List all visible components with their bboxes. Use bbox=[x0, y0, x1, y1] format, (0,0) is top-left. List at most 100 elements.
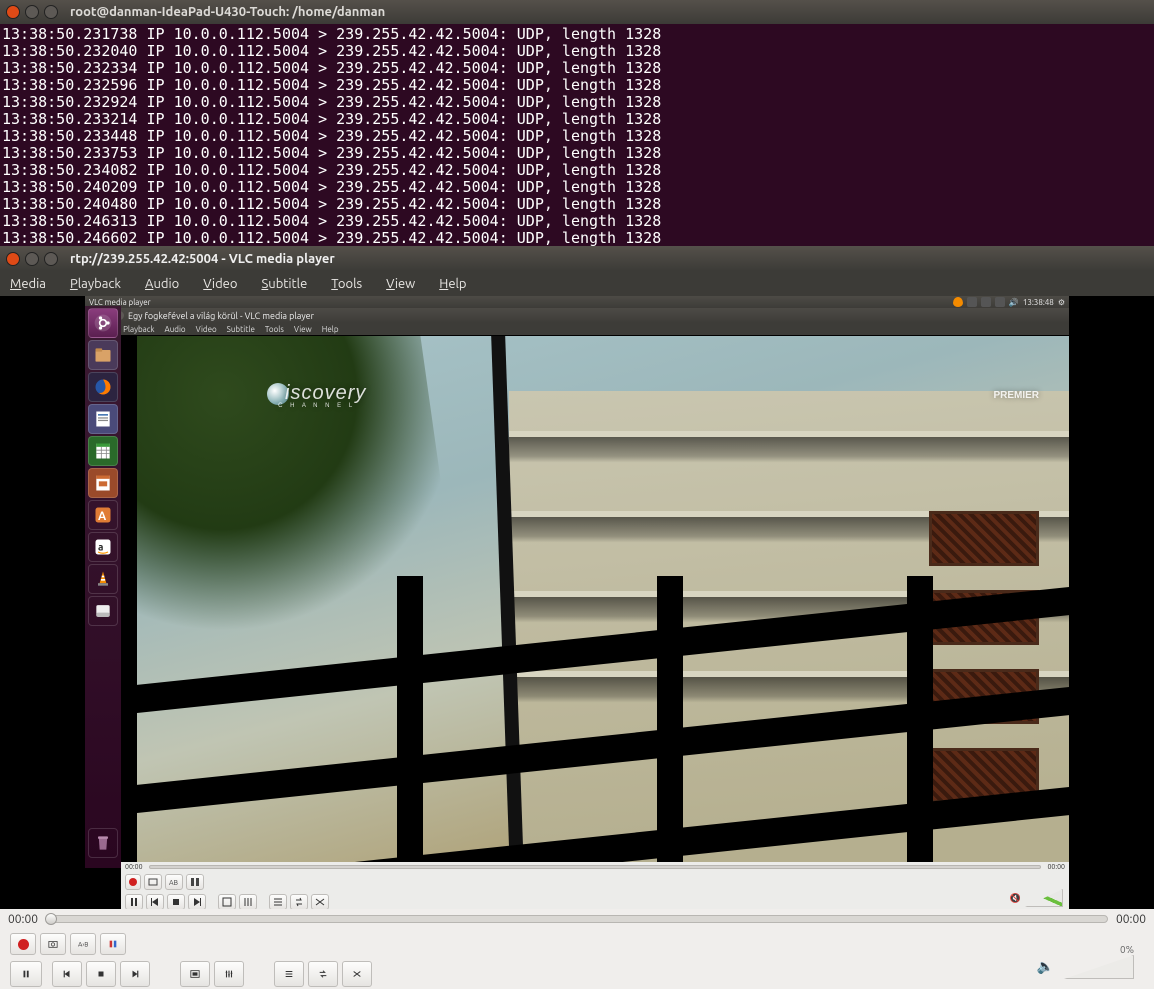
vlc-window: rtp://239.255.42.42:5004 - VLC media pla… bbox=[0, 246, 1154, 989]
menu-help[interactable]: Help bbox=[439, 277, 466, 291]
minimize-icon[interactable] bbox=[25, 252, 39, 266]
record-button bbox=[125, 874, 141, 890]
menu-view[interactable]: View bbox=[386, 277, 415, 291]
loop-button bbox=[290, 894, 308, 909]
next-track-button[interactable] bbox=[120, 961, 150, 987]
inner-time-elapsed: 00:00 bbox=[125, 863, 143, 871]
inner-vlc-titlebar: Egy fogkefével a világ körül - VLC media… bbox=[85, 308, 1069, 323]
close-icon[interactable] bbox=[6, 5, 20, 19]
launcher-writer-icon bbox=[88, 404, 118, 434]
stop-button bbox=[167, 894, 185, 909]
inner-menu-tools: Tools bbox=[265, 325, 284, 334]
controls-row: A›B bbox=[0, 929, 1154, 989]
loop-button[interactable] bbox=[308, 961, 338, 987]
inner-vlc-controls: 00:00 00:00 AB bbox=[121, 862, 1069, 909]
inner-menu-playback: Playback bbox=[123, 325, 154, 334]
close-icon[interactable] bbox=[6, 252, 20, 266]
seek-row: 00:00 00:00 bbox=[0, 909, 1154, 929]
atob-loop-button[interactable]: A›B bbox=[70, 933, 96, 955]
frame-step-button[interactable] bbox=[100, 933, 126, 955]
inner-menu-subtitle: Subtitle bbox=[227, 325, 255, 334]
seek-knob[interactable] bbox=[45, 913, 57, 925]
menu-playback[interactable]: Playback bbox=[70, 277, 121, 291]
stop-button[interactable] bbox=[86, 961, 116, 987]
maximize-icon[interactable] bbox=[44, 5, 58, 19]
playlist-button[interactable] bbox=[274, 961, 304, 987]
ext-settings-button bbox=[239, 894, 257, 909]
inner-vlc-title: Egy fogkefével a világ körül - VLC media… bbox=[128, 311, 314, 321]
network-indicator-icon bbox=[995, 297, 1005, 307]
vlc-tray-icon bbox=[953, 297, 963, 307]
launcher-disk-icon bbox=[88, 596, 118, 626]
inner-clock: 13:38:48 bbox=[1023, 298, 1054, 307]
fullscreen-button[interactable] bbox=[180, 961, 210, 987]
prev-track-button[interactable] bbox=[52, 961, 82, 987]
extended-settings-button[interactable] bbox=[214, 961, 244, 987]
inner-time-total: 00:00 bbox=[1047, 863, 1065, 871]
premier-watermark: PREMIER bbox=[993, 390, 1039, 401]
gear-icon: ⚙ bbox=[1058, 298, 1065, 307]
terminal-output[interactable]: 13:38:50.231738 IP 10.0.0.112.5004 > 239… bbox=[0, 24, 1154, 249]
messages-indicator-icon bbox=[981, 297, 991, 307]
launcher-ubuntu-icon bbox=[88, 308, 118, 338]
video-frame: iscovery C H A N N E L PREMIER bbox=[137, 336, 1069, 862]
inner-menu-video: Video bbox=[196, 325, 217, 334]
record-button[interactable] bbox=[10, 933, 36, 955]
volume-slider[interactable] bbox=[1064, 955, 1134, 979]
pause-button[interactable] bbox=[10, 961, 42, 987]
menu-media[interactable]: Media bbox=[10, 277, 46, 291]
video-area[interactable]: VLC media player 🔊 13:38:48 ⚙ Egy fogkef… bbox=[0, 296, 1154, 909]
snapshot-button[interactable] bbox=[40, 933, 66, 955]
volume-control[interactable]: 0% bbox=[1064, 944, 1134, 979]
seek-bar[interactable] bbox=[46, 915, 1108, 923]
unity-launcher: Aa bbox=[85, 306, 121, 868]
inner-menu-help: Help bbox=[322, 325, 339, 334]
shuffle-button[interactable] bbox=[342, 961, 372, 987]
mute-icon[interactable]: 🔈 bbox=[1037, 958, 1054, 975]
volume-percent: 0% bbox=[1120, 944, 1134, 955]
time-total[interactable]: 00:00 bbox=[1116, 913, 1146, 926]
launcher-calc-icon bbox=[88, 436, 118, 466]
launcher-font-icon: A bbox=[88, 500, 118, 530]
menu-video[interactable]: Video bbox=[203, 277, 237, 291]
inner-top-panel: VLC media player 🔊 13:38:48 ⚙ bbox=[85, 296, 1069, 308]
keyboard-indicator-icon bbox=[967, 297, 977, 307]
menu-subtitle[interactable]: Subtitle bbox=[261, 277, 307, 291]
sound-indicator-icon: 🔊 bbox=[1009, 298, 1019, 307]
inner-vlc-menubar: MediaPlaybackAudioVideoSubtitleToolsView… bbox=[85, 323, 1069, 335]
minimize-icon[interactable] bbox=[25, 5, 39, 19]
inner-menu-audio: Audio bbox=[165, 325, 186, 334]
launcher-amazon-icon: a bbox=[88, 532, 118, 562]
launcher-impress-icon bbox=[88, 468, 118, 498]
launcher-trash-icon bbox=[88, 828, 118, 858]
snapshot-button bbox=[144, 874, 162, 890]
svg-text:A›B: A›B bbox=[78, 942, 88, 949]
terminal-titlebar[interactable]: root@danman-IdeaPad-U430-Touch: /home/da… bbox=[0, 0, 1154, 24]
playlist-button bbox=[269, 894, 287, 909]
volume-slider bbox=[1025, 889, 1063, 907]
maximize-icon[interactable] bbox=[44, 252, 58, 266]
pause-button bbox=[125, 894, 143, 909]
menu-tools[interactable]: Tools bbox=[331, 277, 362, 291]
captured-desktop: VLC media player 🔊 13:38:48 ⚙ Egy fogkef… bbox=[85, 296, 1069, 909]
fullscreen-button bbox=[218, 894, 236, 909]
frame-step-button bbox=[186, 874, 204, 890]
shuffle-button bbox=[311, 894, 329, 909]
vlc-menubar: Media Playback Audio Video Subtitle Tools View… bbox=[0, 271, 1154, 296]
time-elapsed[interactable]: 00:00 bbox=[8, 913, 38, 926]
terminal-title: root@danman-IdeaPad-U430-Touch: /home/da… bbox=[70, 5, 385, 19]
menu-audio[interactable]: Audio bbox=[145, 277, 179, 291]
launcher-vlc-icon bbox=[88, 564, 118, 594]
launcher-files-icon bbox=[88, 340, 118, 370]
terminal-window: root@danman-IdeaPad-U430-Touch: /home/da… bbox=[0, 0, 1154, 246]
inner-menu-view: View bbox=[294, 325, 312, 334]
svg-text:A: A bbox=[98, 510, 107, 523]
prev-track-button bbox=[146, 894, 164, 909]
svg-text:AB: AB bbox=[169, 879, 179, 887]
launcher-firefox-icon bbox=[88, 372, 118, 402]
next-track-button bbox=[188, 894, 206, 909]
mute-icon: 🔇 bbox=[1010, 893, 1021, 904]
atob-button: AB bbox=[165, 874, 183, 890]
inner-seek-bar bbox=[149, 865, 1042, 869]
vlc-titlebar[interactable]: rtp://239.255.42.42:5004 - VLC media pla… bbox=[0, 246, 1154, 271]
